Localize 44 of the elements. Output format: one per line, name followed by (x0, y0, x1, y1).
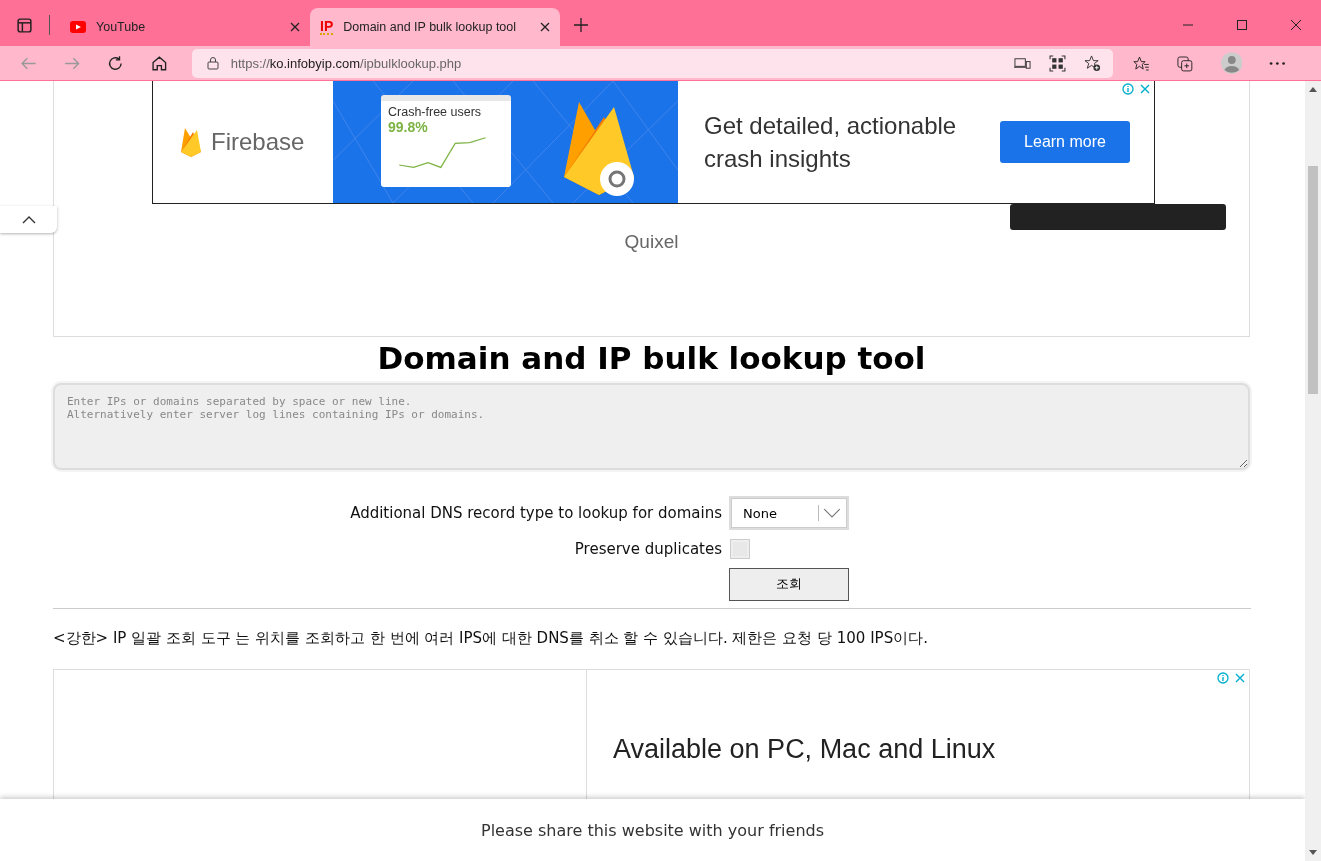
close-icon[interactable] (290, 22, 300, 32)
info-icon[interactable] (1122, 83, 1134, 95)
promo-subtitle: Quixel (624, 231, 679, 253)
play-icon (70, 21, 86, 33)
collapse-tab[interactable] (0, 206, 57, 233)
dns-select[interactable]: None (729, 496, 849, 530)
collections-icon[interactable] (1177, 54, 1194, 72)
lock-icon (206, 56, 219, 70)
chevron-icon (823, 508, 841, 518)
tab-actions-icon[interactable] (16, 16, 33, 34)
ad-headline: Available on PC, Mac and Linux (613, 734, 996, 764)
scroll-up-icon[interactable] (1309, 87, 1317, 92)
site-favicon: IP (320, 19, 334, 35)
flame-icon (179, 126, 203, 158)
page-title: Domain and IP bulk lookup tool (376, 341, 927, 375)
browser-tab[interactable]: IP Domain and IP bulk lookup tool (310, 8, 560, 46)
refresh-icon[interactable] (107, 54, 125, 72)
home-icon[interactable] (151, 54, 168, 72)
browser-tab[interactable]: YouTube (60, 8, 310, 46)
url-text: https://ko.infobyip.com/ipbulklookup.php (230, 55, 462, 71)
new-tab-icon[interactable] (574, 18, 588, 32)
learn-more-button[interactable]: Learn more (1000, 121, 1130, 163)
card-title: Crash-free users (388, 105, 483, 119)
info-icon[interactable] (1217, 672, 1229, 684)
dns-label: Additional DNS record type to lookup for domains (350, 504, 722, 522)
favorites-icon[interactable] (1133, 54, 1150, 72)
share-text: Please share this website with your friends (481, 820, 824, 840)
chevron-up-icon (21, 215, 36, 224)
add-favorite-icon[interactable] (1084, 54, 1102, 72)
address-bar[interactable]: https://ko.infobyip.com/ipbulklookup.php (191, 48, 1114, 78)
card-value: 99.8% (388, 119, 429, 135)
close-icon[interactable] (1291, 20, 1301, 30)
description-text: <강한> IP 일괄 조회 도구 는 위치를 조회하고 한 번에 여러 IPS에 대한 DNS를 취소 할 수 있습니다. 제한은 요청 당 100 IPS이다. (53, 628, 929, 648)
scroll-down-icon[interactable] (1309, 850, 1317, 855)
checkbox-label: Preserve duplicates (574, 540, 722, 558)
maximize-icon[interactable] (1237, 20, 1247, 30)
close-icon[interactable] (540, 22, 550, 32)
submit-button[interactable]: 조회 (729, 567, 849, 601)
input-field[interactable]: Enter IPs or domains separated by space or new line. Alternatively enter server log lines containing IPs or domains. (53, 383, 1250, 470)
checkbox[interactable] (731, 540, 749, 558)
scrollbar-thumb[interactable] (1308, 166, 1318, 394)
ad-headline: Get detailed, actionable crash insights (704, 111, 958, 174)
brand-name: Firebase (211, 128, 305, 156)
apps-icon[interactable] (1049, 54, 1067, 72)
